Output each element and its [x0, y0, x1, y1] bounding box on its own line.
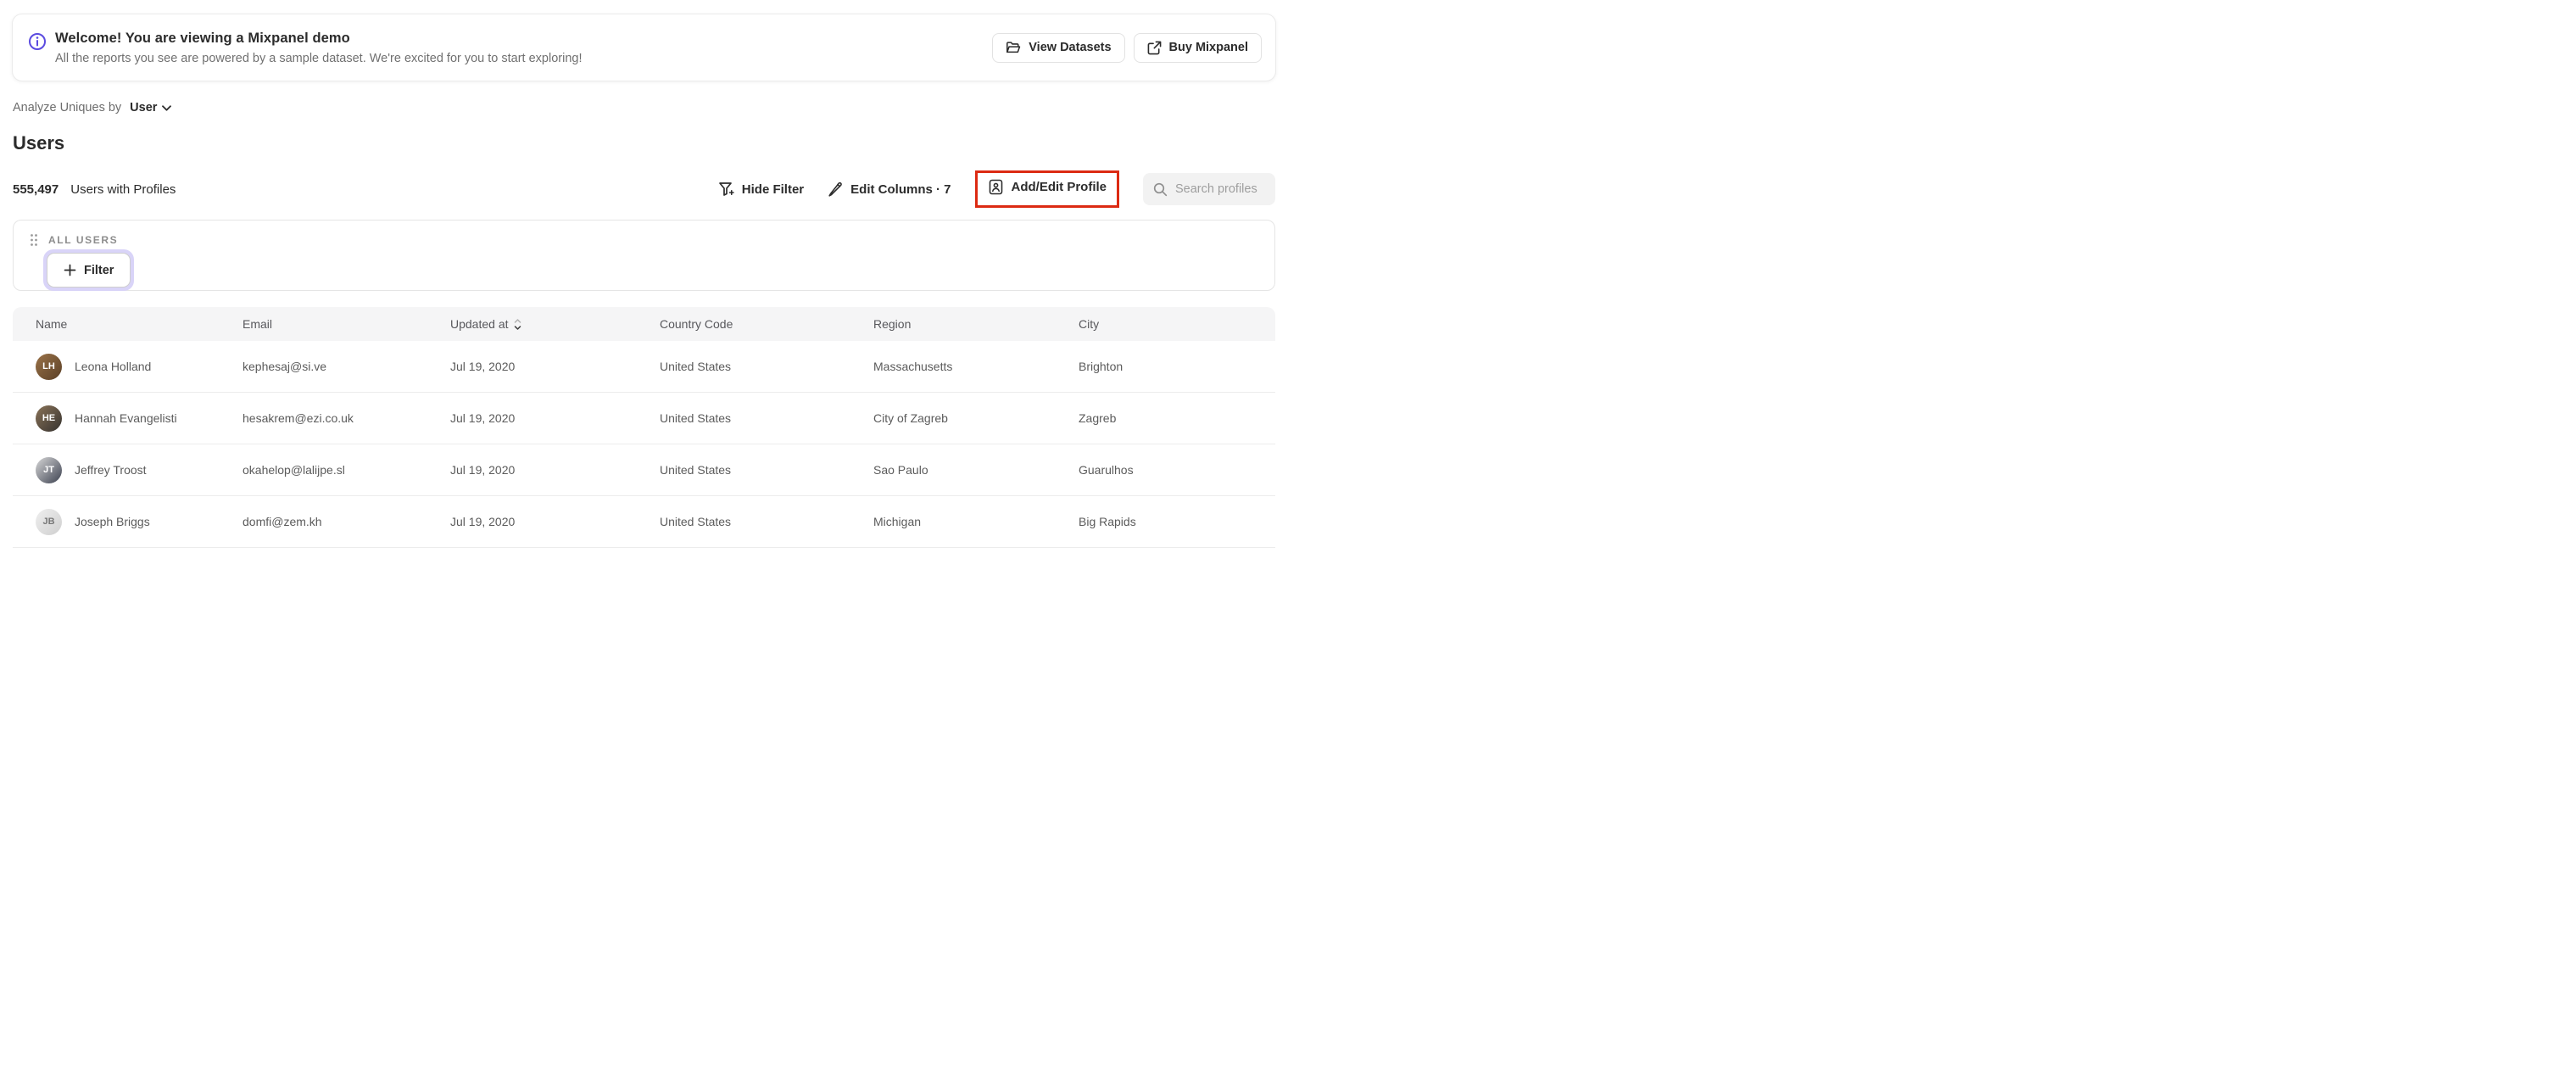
profile-count: 555,497 Users with Profiles [13, 182, 176, 197]
avatar: JT [36, 456, 62, 483]
cell-email: hesakrem@ezi.co.uk [243, 411, 354, 425]
sort-icon [514, 318, 521, 330]
cell-updated-at: Jul 19, 2020 [450, 411, 516, 425]
avatar: JB [36, 508, 62, 535]
folder-icon [1006, 41, 1021, 54]
add-filter-label: Filter [84, 263, 114, 277]
cell-email: kephesaj@si.ve [243, 360, 327, 373]
welcome-banner: Welcome! You are viewing a Mixpanel demo… [12, 14, 1276, 81]
users-table: Name Email Updated at Country Code Regio… [13, 307, 1275, 548]
column-header-email[interactable]: Email [243, 317, 450, 331]
cell-name: Joseph Briggs [75, 515, 150, 528]
buy-mixpanel-button[interactable]: Buy Mixpanel [1133, 32, 1262, 63]
cell-city: Guarulhos [1079, 463, 1134, 477]
view-datasets-label: View Datasets [1029, 41, 1112, 54]
column-header-country-code[interactable]: Country Code [660, 317, 873, 331]
search-profiles-box [1143, 173, 1275, 205]
edit-columns-label: Edit Columns · 7 [850, 182, 951, 197]
cell-region: Massachusetts [873, 360, 953, 373]
cell-email: domfi@zem.kh [243, 515, 322, 528]
analyze-uniques-row: Analyze Uniques by User [13, 101, 1275, 114]
hide-filter-button[interactable]: Hide Filter [718, 182, 804, 197]
cell-region: Michigan [873, 515, 922, 528]
drag-handle-icon[interactable] [30, 233, 38, 247]
cell-updated-at: Jul 19, 2020 [450, 515, 516, 528]
column-header-region[interactable]: Region [873, 317, 1079, 331]
column-header-updated-at[interactable]: Updated at [450, 317, 660, 331]
avatar: LH [36, 353, 62, 380]
table-header-row: Name Email Updated at Country Code Regio… [13, 307, 1275, 341]
buy-mixpanel-label: Buy Mixpanel [1168, 41, 1248, 54]
cell-name: Leona Holland [75, 360, 152, 373]
info-icon [28, 32, 47, 51]
avatar: HE [36, 405, 62, 432]
view-datasets-button[interactable]: View Datasets [992, 32, 1125, 63]
column-header-name[interactable]: Name [36, 317, 243, 331]
edit-columns-button[interactable]: Edit Columns · 7 [828, 182, 951, 197]
cell-name: Jeffrey Troost [75, 463, 147, 477]
table-row[interactable]: HE Hannah Evangelisti hesakrem@ezi.co.uk… [13, 393, 1275, 444]
search-profiles-input[interactable] [1175, 182, 1265, 196]
updated-at-label: Updated at [450, 317, 509, 331]
cell-name: Hannah Evangelisti [75, 411, 177, 425]
all-users-group-label: ALL USERS [48, 234, 119, 246]
analyze-by-value: User [130, 101, 158, 114]
filter-plus-icon [718, 182, 734, 197]
table-row[interactable]: JT Jeffrey Troost okahelop@lalijpe.sl Ju… [13, 444, 1275, 496]
filter-panel: ALL USERS Filter [13, 220, 1275, 291]
cell-updated-at: Jul 19, 2020 [450, 463, 516, 477]
cell-updated-at: Jul 19, 2020 [450, 360, 516, 373]
page-title: Users [13, 132, 65, 154]
cell-country-code: United States [660, 515, 732, 528]
chevron-down-icon [162, 104, 172, 111]
add-edit-profile-button[interactable]: Add/Edit Profile [988, 179, 1107, 195]
table-row[interactable]: LH Leona Holland kephesaj@si.ve Jul 19, … [13, 341, 1275, 393]
cell-region: Sao Paulo [873, 463, 928, 477]
plus-icon [64, 264, 76, 276]
cell-region: City of Zagreb [873, 411, 948, 425]
profile-count-number: 555,497 [13, 182, 59, 197]
banner-title: Welcome! You are viewing a Mixpanel demo [55, 30, 350, 46]
cell-country-code: United States [660, 463, 732, 477]
table-row[interactable]: JB Joseph Briggs domfi@zem.kh Jul 19, 20… [13, 496, 1275, 548]
cell-city: Zagreb [1079, 411, 1117, 425]
cell-country-code: United States [660, 411, 732, 425]
pencil-icon [828, 182, 843, 197]
add-filter-button[interactable]: Filter [47, 253, 131, 288]
cell-city: Brighton [1079, 360, 1124, 373]
profile-count-label: Users with Profiles [70, 182, 176, 197]
analyze-by-dropdown[interactable]: User [130, 101, 172, 114]
external-link-icon [1147, 41, 1162, 55]
annotation-highlight-box: Add/Edit Profile [974, 170, 1119, 208]
column-header-city[interactable]: City [1079, 317, 1275, 331]
search-icon [1153, 182, 1168, 197]
cell-city: Big Rapids [1079, 515, 1136, 528]
analyze-uniques-label: Analyze Uniques by [13, 101, 122, 114]
cell-country-code: United States [660, 360, 732, 373]
table-body: LH Leona Holland kephesaj@si.ve Jul 19, … [13, 341, 1275, 548]
cell-email: okahelop@lalijpe.sl [243, 463, 345, 477]
hide-filter-label: Hide Filter [741, 182, 805, 197]
add-edit-profile-label: Add/Edit Profile [1011, 180, 1107, 194]
filter-button-focus-ring: Filter [43, 249, 135, 291]
profile-badge-icon [988, 179, 1004, 195]
banner-subtitle: All the reports you see are powered by a… [55, 51, 583, 65]
